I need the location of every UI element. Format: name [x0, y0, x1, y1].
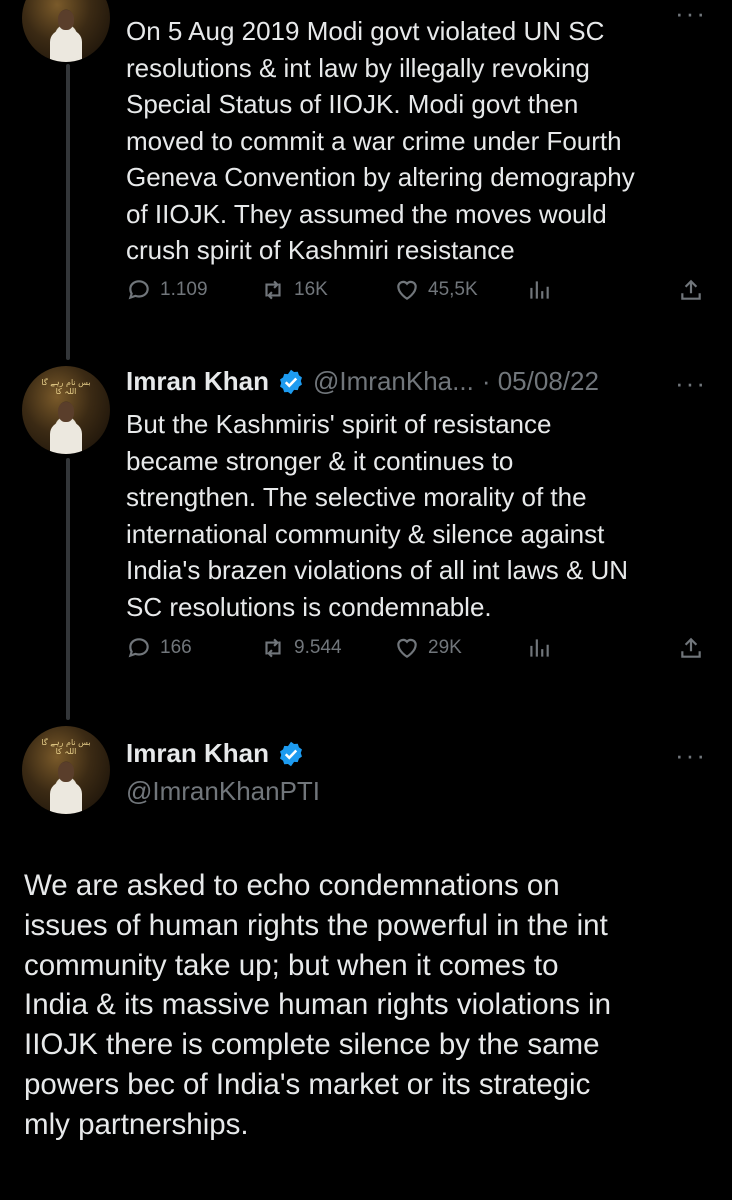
views-button[interactable] — [526, 277, 552, 303]
reply-icon — [128, 280, 149, 300]
tweet-header: Imran Khan @ImranKha... · 05/08/22 — [126, 366, 599, 397]
avatar[interactable] — [22, 0, 110, 62]
tweet-header: Imran Khan — [126, 738, 305, 769]
retweet-button[interactable]: 16K — [260, 277, 328, 303]
more-options-icon[interactable]: ··· — [675, 368, 707, 399]
avatar-text: بس نام رہے گا اللہ کا — [41, 378, 91, 396]
reply-button[interactable]: 1.109 — [126, 277, 208, 303]
share-button[interactable] — [678, 635, 704, 661]
reply-count: 1.109 — [160, 279, 208, 300]
like-button[interactable]: 29K — [394, 635, 462, 661]
retweet-count: 16K — [294, 279, 328, 300]
main-tweet-text: We are asked to echo condemnations on is… — [24, 869, 611, 1141]
like-icon — [397, 638, 417, 658]
tweet-text: On 5 Aug 2019 Modi govt violated UN SC r… — [126, 16, 635, 265]
display-name[interactable]: Imran Khan — [126, 366, 269, 397]
like-count: 29K — [428, 637, 462, 658]
share-button[interactable] — [678, 277, 704, 303]
views-icon — [530, 639, 549, 657]
tweet-text: But the Kashmiris' spirit of resistance … — [126, 409, 629, 622]
retweet-icon — [265, 280, 281, 300]
retweet-icon — [265, 638, 281, 658]
reply-button[interactable]: 166 — [126, 635, 192, 661]
handle[interactable]: @ImranKha... — [313, 366, 474, 397]
views-button[interactable] — [526, 635, 552, 661]
display-name[interactable]: Imran Khan — [126, 738, 269, 769]
views-icon — [530, 281, 549, 299]
verified-badge-icon — [280, 741, 302, 766]
handle[interactable]: @ImranKhanPTI — [126, 776, 320, 807]
avatar-text: بس نام رہے گا اللہ کا — [41, 738, 91, 756]
verified-badge-icon — [280, 369, 302, 394]
retweet-count: 9.544 — [294, 637, 342, 658]
like-count: 45,5K — [428, 279, 478, 300]
retweet-button[interactable]: 9.544 — [260, 635, 342, 661]
timestamp[interactable]: · 05/08/22 — [482, 366, 599, 397]
thread-line — [66, 458, 70, 720]
share-icon — [681, 637, 701, 658]
like-icon — [397, 280, 417, 300]
share-icon — [681, 279, 701, 300]
more-options-icon[interactable]: ··· — [675, 740, 707, 771]
avatar[interactable]: بس نام رہے گا اللہ کا — [22, 366, 110, 454]
avatar[interactable]: بس نام رہے گا اللہ کا — [22, 726, 110, 814]
thread-line — [66, 64, 70, 360]
reply-icon — [128, 638, 149, 658]
reply-count: 166 — [160, 637, 192, 658]
like-button[interactable]: 45,5K — [394, 277, 478, 303]
